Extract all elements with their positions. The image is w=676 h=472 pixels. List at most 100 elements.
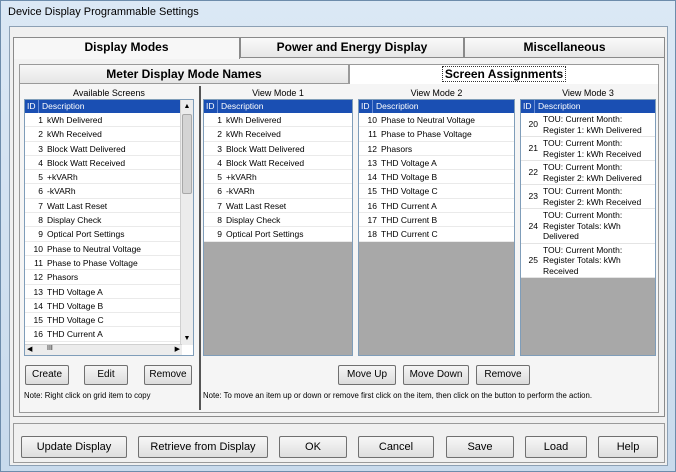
description-column-header[interactable]: Description — [535, 100, 655, 113]
table-row[interactable]: 4 Block Watt Received — [204, 155, 352, 171]
row-description: THD Voltage C — [381, 186, 438, 197]
row-id: 8 — [217, 215, 222, 226]
tab-power-energy-display[interactable]: Power and Energy Display — [240, 37, 464, 58]
save-button[interactable]: Save — [446, 436, 514, 458]
table-row[interactable]: 13 THD Voltage A — [359, 155, 514, 171]
table-row[interactable]: 1 kWh Delivered — [204, 113, 352, 128]
table-row[interactable]: 15 THD Voltage C — [25, 313, 180, 328]
cancel-button[interactable]: Cancel — [358, 436, 434, 458]
right-note: Note: To move an item up or down or remo… — [203, 391, 593, 400]
window-title: Device Display Programmable Settings — [8, 6, 199, 18]
table-row[interactable]: 22 TOU: Current Month: Register 2: kWh De… — [521, 161, 655, 185]
update-display-button[interactable]: Update Display — [21, 436, 127, 458]
scroll-grip[interactable]: III — [47, 345, 53, 352]
table-row[interactable]: 24 TOU: Current Month: Register Totals: k… — [521, 209, 655, 244]
edit-button[interactable]: Edit — [84, 365, 128, 385]
table-row[interactable]: 3 Block Watt Delivered — [25, 141, 180, 156]
row-description: kWh Delivered — [47, 115, 103, 125]
view-mode-3-grid[interactable]: ID Description 20 TOU: Current Month: Regi… — [520, 99, 656, 356]
move-up-button[interactable]: Move Up — [338, 365, 396, 385]
table-row[interactable]: 8 Display Check — [204, 213, 352, 228]
create-button[interactable]: Create — [25, 365, 69, 385]
remove-screen-button[interactable]: Remove — [144, 365, 192, 385]
subtab-screen-assignments[interactable]: Screen Assignments — [349, 64, 659, 84]
scroll-up-icon[interactable]: ▲ — [181, 100, 193, 113]
table-row[interactable]: 14 THD Voltage B — [25, 298, 180, 314]
table-row[interactable]: 2 kWh Received — [25, 127, 180, 142]
table-row[interactable]: 10 Phase to Neutral Voltage — [25, 241, 180, 256]
table-row[interactable]: 4 Block Watt Received — [25, 155, 180, 171]
table-row[interactable]: 12 Phasors — [25, 270, 180, 285]
row-id: 9 — [38, 229, 43, 240]
table-row[interactable]: 20 TOU: Current Month: Register 1: kWh De… — [521, 113, 655, 137]
id-column-header[interactable]: ID — [25, 100, 39, 113]
row-description: -kVARh — [47, 186, 76, 197]
ok-button[interactable]: OK — [279, 436, 347, 458]
id-column-header[interactable]: ID — [204, 100, 218, 113]
row-id: 11 — [368, 129, 377, 140]
table-row[interactable]: 7 Watt Last Reset — [204, 198, 352, 214]
table-row[interactable]: 8 Display Check — [25, 213, 180, 228]
table-row[interactable]: 16 THD Current A — [359, 198, 514, 214]
table-row[interactable]: 23 TOU: Current Month: Register 2: kWh Re… — [521, 185, 655, 209]
table-row[interactable]: 25 TOU: Current Month: Register Totals: k… — [521, 243, 655, 278]
table-row[interactable]: 5 +kVARh — [204, 170, 352, 185]
row-id: 15 — [33, 315, 43, 326]
table-row[interactable]: 2 kWh Received — [204, 127, 352, 142]
table-row[interactable]: 14 THD Voltage B — [359, 170, 514, 185]
scroll-down-icon[interactable]: ▼ — [181, 332, 193, 345]
display-modes-panel: Meter Display Mode Names Screen Assignme… — [13, 57, 665, 417]
row-description: Watt Last Reset — [47, 200, 108, 211]
view-mode-1-grid[interactable]: ID Description 1 kWh Delivered 2 kWh Receive… — [203, 99, 353, 356]
table-row[interactable]: 15 THD Voltage C — [359, 184, 514, 199]
table-row[interactable]: 10 Phase to Neutral Voltage — [359, 113, 514, 128]
id-column-header[interactable]: ID — [521, 100, 535, 113]
row-id: 6 — [38, 186, 43, 197]
scroll-thumb[interactable] — [182, 114, 192, 194]
table-row[interactable]: 11 Phase to Phase Voltage — [25, 255, 180, 271]
view-mode-2-grid[interactable]: ID Description 10 Phase to Neutral Voltage… — [358, 99, 515, 356]
view-mode-3-rows: 20 TOU: Current Month: Register 1: kWh De… — [521, 113, 655, 278]
row-description: TOU: Current Month: Register 2: kWh Rece… — [543, 186, 642, 207]
table-row[interactable]: 5 +kVARh — [25, 170, 180, 185]
table-row[interactable]: 18 THD Current C — [359, 227, 514, 242]
row-description: THD Current A — [47, 329, 103, 340]
table-row[interactable]: 21 TOU: Current Month: Register 1: kWh Re… — [521, 137, 655, 161]
table-row[interactable]: 12 Phasors — [359, 141, 514, 156]
description-column-header[interactable]: Description — [218, 100, 352, 113]
scroll-left-icon[interactable]: ◀ — [27, 345, 32, 353]
row-description: -kVARh — [226, 186, 255, 197]
row-id: 10 — [33, 243, 43, 254]
table-row[interactable]: 11 Phase to Phase Voltage — [359, 127, 514, 142]
row-id: 5 — [217, 172, 222, 183]
description-column-header[interactable]: Description — [39, 100, 180, 113]
retrieve-from-display-button[interactable]: Retrieve from Display — [138, 436, 268, 458]
scroll-right-icon[interactable]: ▶ — [175, 345, 180, 353]
horizontal-scrollbar[interactable]: ◀ III ▶ — [25, 344, 182, 355]
available-screens-grid[interactable]: ID Description 1 kWh Delivered 2 kWh Receive… — [24, 99, 194, 356]
table-row[interactable]: 3 Block Watt Delivered — [204, 141, 352, 156]
description-column-header[interactable]: Description — [373, 100, 514, 113]
table-row[interactable]: 9 Optical Port Settings — [204, 227, 352, 242]
tab-miscellaneous[interactable]: Miscellaneous — [464, 37, 665, 58]
table-row[interactable]: 7 Watt Last Reset — [25, 198, 180, 214]
help-button[interactable]: Help — [598, 436, 658, 458]
tab-display-modes[interactable]: Display Modes — [13, 37, 240, 59]
row-description: Phasors — [381, 143, 413, 154]
table-row[interactable]: 6 -kVARh — [25, 184, 180, 199]
row-description: THD Voltage A — [381, 157, 437, 168]
subtab-meter-display-mode-names[interactable]: Meter Display Mode Names — [19, 64, 349, 84]
table-row[interactable]: 17 THD Current B — [359, 213, 514, 228]
row-id: 6 — [217, 186, 222, 197]
table-row[interactable]: 6 -kVARh — [204, 184, 352, 199]
load-button[interactable]: Load — [525, 436, 587, 458]
vertical-scrollbar[interactable]: ▲ ▼ — [180, 100, 193, 345]
id-column-header[interactable]: ID — [359, 100, 373, 113]
row-description: TOU: Current Month: Register Totals: kWh… — [543, 210, 623, 241]
table-row[interactable]: 9 Optical Port Settings — [25, 227, 180, 242]
table-row[interactable]: 16 THD Current A — [25, 327, 180, 342]
move-down-button[interactable]: Move Down — [403, 365, 469, 385]
table-row[interactable]: 13 THD Voltage A — [25, 284, 180, 299]
table-row[interactable]: 1 kWh Delivered — [25, 113, 180, 128]
remove-assignment-button[interactable]: Remove — [476, 365, 530, 385]
